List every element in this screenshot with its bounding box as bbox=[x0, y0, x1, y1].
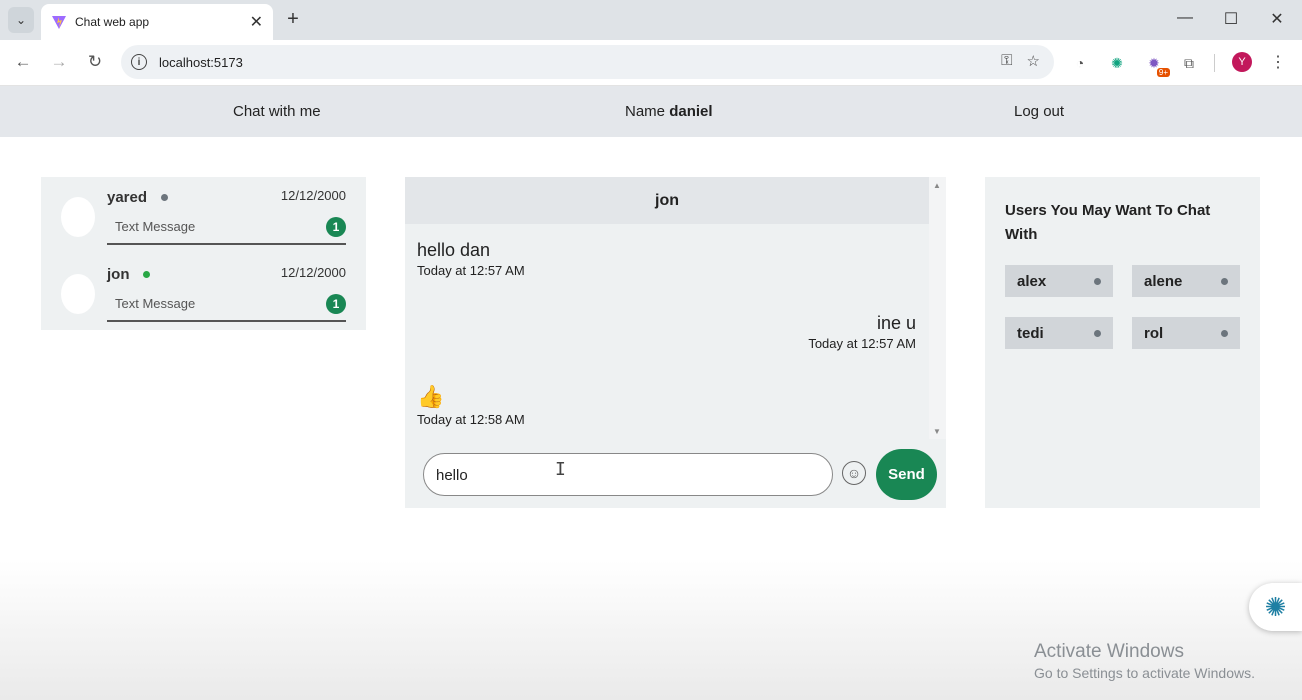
reload-icon[interactable]: ↻ bbox=[85, 52, 105, 72]
text-cursor-icon: I bbox=[555, 459, 566, 480]
scroll-up-icon[interactable]: ▲ bbox=[933, 181, 941, 190]
extension-badge-icon[interactable]: ✹ 9+ bbox=[1144, 53, 1170, 77]
browser-tab[interactable]: Chat web app ✕ bbox=[41, 4, 273, 40]
suggested-user-alene[interactable]: alene bbox=[1132, 265, 1240, 297]
unread-badge: 1 bbox=[326, 217, 346, 237]
chat-date: 12/12/2000 bbox=[280, 265, 346, 280]
suggested-user-name: alex bbox=[1017, 272, 1047, 290]
message-input-wrapper bbox=[423, 453, 833, 496]
minimize-icon[interactable]: — bbox=[1175, 9, 1195, 27]
message-received: hello dan Today at 12:57 AM bbox=[417, 240, 525, 278]
current-user: Name daniel bbox=[625, 103, 713, 120]
suggested-user-alex[interactable]: alex bbox=[1005, 265, 1113, 297]
message-text: hello dan bbox=[417, 240, 491, 260]
toolbar-divider bbox=[1214, 54, 1215, 72]
watermark-title: Activate Windows bbox=[1034, 641, 1184, 662]
thumbs-up-emoji: 👍 bbox=[417, 384, 445, 409]
suggested-user-rol[interactable]: rol bbox=[1132, 317, 1240, 349]
suggested-user-name: alene bbox=[1144, 272, 1183, 290]
back-icon[interactable]: ← bbox=[13, 52, 33, 72]
message-time: Today at 12:57 AM bbox=[808, 336, 916, 351]
chat-preview: Text Message 1 bbox=[107, 213, 346, 245]
chat-user-name: jon bbox=[107, 266, 130, 283]
offline-status-dot bbox=[1221, 278, 1228, 285]
message-sent: ine u Today at 12:57 AM bbox=[808, 313, 916, 351]
message-time: Today at 12:58 AM bbox=[417, 412, 525, 427]
suggested-users-title: Users You May Want To Chat With bbox=[1005, 202, 1211, 243]
vite-logo-icon bbox=[52, 16, 66, 29]
extension-timer-icon[interactable]: ◔ bbox=[1070, 53, 1090, 73]
tab-title: Chat web app bbox=[75, 15, 150, 29]
close-tab-icon[interactable]: ✕ bbox=[250, 12, 263, 32]
browser-menu-icon[interactable]: ⋮ bbox=[1270, 52, 1286, 72]
tab-list-button[interactable]: ⌄ bbox=[8, 7, 34, 33]
profile-avatar[interactable]: Y bbox=[1232, 52, 1252, 72]
message-time: Today at 12:57 AM bbox=[417, 263, 525, 278]
chat-user-name: yared bbox=[107, 189, 148, 206]
avatar bbox=[61, 274, 95, 314]
extensions-puzzle-icon[interactable]: ⧉ bbox=[1179, 53, 1199, 73]
bookmark-star-icon[interactable]: ☆ bbox=[1027, 52, 1040, 70]
offline-status-dot bbox=[1094, 330, 1101, 337]
chat-recipient-header: jon bbox=[405, 177, 929, 224]
chat-preview-text: Text Message bbox=[115, 219, 196, 234]
logout-link[interactable]: Log out bbox=[1014, 103, 1064, 120]
brand-link[interactable]: Chat with me bbox=[233, 103, 321, 120]
url-text[interactable]: localhost:5173 bbox=[159, 55, 243, 70]
assistant-floating-icon[interactable]: ✺ bbox=[1249, 583, 1302, 631]
suggested-user-tedi[interactable]: tedi bbox=[1005, 317, 1113, 349]
offline-status-dot bbox=[1094, 278, 1101, 285]
chat-box: jon ▲ ▼ hello dan Today at 12:57 AM ine … bbox=[405, 177, 946, 508]
chat-preview: Text Message 1 bbox=[107, 290, 346, 322]
name-label: Name bbox=[625, 103, 666, 120]
chat-preview-text: Text Message bbox=[115, 296, 196, 311]
extension-openai-icon[interactable]: ✺ bbox=[1107, 53, 1127, 73]
scroll-down-icon[interactable]: ▼ bbox=[933, 427, 941, 436]
offline-status-dot bbox=[161, 194, 168, 201]
emoji-picker-icon[interactable]: ☺ bbox=[842, 461, 866, 485]
messages-scrollbar[interactable]: ▲ ▼ bbox=[929, 177, 946, 439]
message-text: ine u bbox=[876, 313, 916, 333]
password-key-icon[interactable]: ⚿ bbox=[1001, 52, 1012, 70]
chat-date: 12/12/2000 bbox=[280, 188, 346, 203]
send-button[interactable]: Send bbox=[876, 449, 937, 500]
new-tab-button[interactable]: + bbox=[282, 8, 304, 31]
app-navbar: Chat with me Name daniel Log out bbox=[0, 86, 1302, 137]
forward-icon[interactable]: → bbox=[49, 52, 69, 72]
close-window-icon[interactable]: ✕ bbox=[1267, 9, 1287, 29]
site-info-icon[interactable]: i bbox=[131, 54, 147, 70]
avatar bbox=[61, 197, 95, 237]
address-bar: ← → ↻ i localhost:5173 ⚿ ☆ ◔ ✺ ✹ 9+ ⧉ bbox=[0, 40, 1302, 86]
omnibox[interactable]: i localhost:5173 ⚿ ☆ bbox=[121, 45, 1054, 79]
chat-list: yared 12/12/2000 Text Message 1 jon 12/1… bbox=[41, 177, 366, 330]
suggested-user-name: rol bbox=[1144, 324, 1164, 342]
chat-list-item-yared[interactable]: yared 12/12/2000 Text Message 1 bbox=[41, 177, 366, 254]
online-status-dot bbox=[143, 271, 150, 278]
message-input[interactable] bbox=[436, 465, 816, 485]
maximize-icon[interactable]: ☐ bbox=[1221, 9, 1241, 29]
suggested-users-panel: Users You May Want To Chat With alex ale… bbox=[985, 177, 1260, 508]
activate-windows-watermark: Activate Windows Go to Settings to activ… bbox=[1034, 641, 1255, 681]
extension-badge-count: 9+ bbox=[1156, 68, 1170, 77]
offline-status-dot bbox=[1221, 330, 1228, 337]
browser-tab-bar: ⌄ Chat web app ✕ + — ☐ ✕ bbox=[0, 0, 1302, 40]
message-received: 👍 Today at 12:58 AM bbox=[417, 384, 525, 427]
watermark-subtitle: Go to Settings to activate Windows. bbox=[1034, 665, 1255, 681]
chat-list-item-jon[interactable]: jon 12/12/2000 Text Message 1 bbox=[41, 254, 366, 331]
user-name: daniel bbox=[669, 103, 713, 120]
unread-badge: 1 bbox=[326, 294, 346, 314]
suggested-user-name: tedi bbox=[1017, 324, 1044, 342]
